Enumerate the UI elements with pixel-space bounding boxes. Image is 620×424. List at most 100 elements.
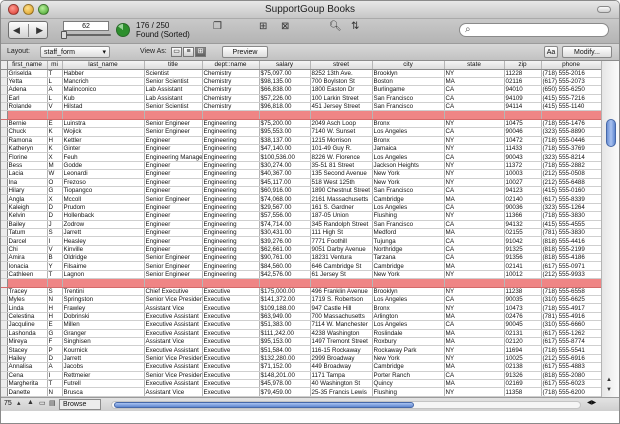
column-header[interactable]: first_name <box>7 61 48 70</box>
table-cell[interactable]: Engineer <box>144 178 203 187</box>
table-cell[interactable]: Engineering <box>202 228 260 238</box>
table-cell[interactable]: New York <box>372 178 445 187</box>
table-cell[interactable]: 161 S. Gardner <box>310 203 373 213</box>
table-cell[interactable]: Los Angeles <box>372 320 445 330</box>
table-cell[interactable]: Singhisen <box>62 337 145 347</box>
table-cell[interactable]: 90045 <box>504 320 542 330</box>
table-cell[interactable]: $39,276.00 <box>259 236 311 246</box>
table-cell[interactable]: MA <box>444 261 505 271</box>
table-cell[interactable]: (415) 555-4555 <box>541 220 601 229</box>
table-cell[interactable]: San Francisco <box>372 102 445 112</box>
table-cell[interactable]: 8252 13th Ave. <box>310 69 373 78</box>
table-cell[interactable]: $30,431.00 <box>259 228 311 238</box>
mode-menu[interactable]: Browse <box>59 399 101 410</box>
table-cell[interactable]: Engineer <box>144 211 203 221</box>
table-cell[interactable]: $75,200.00 <box>259 119 311 129</box>
table-cell[interactable]: Godde <box>62 161 145 171</box>
table-cell[interactable] <box>259 278 311 288</box>
table-cell[interactable]: 7140 W. Sunset <box>310 127 373 137</box>
table-cell[interactable] <box>7 110 48 120</box>
table-cell[interactable]: Executive <box>202 320 260 330</box>
table-cell[interactable]: Brusca <box>62 387 145 397</box>
table-cell[interactable]: $51,584.00 <box>259 345 311 355</box>
table-cell[interactable]: 2161 Massachusetts <box>310 194 373 204</box>
table-cell[interactable]: $71,152.00 <box>259 362 311 372</box>
table-row[interactable]: Ionacia Y Filsaime Senior Engineer Engineeri… <box>1 261 601 271</box>
table-cell[interactable]: $75,097.00 <box>259 69 311 78</box>
vertical-scroll-thumb[interactable] <box>606 119 616 147</box>
table-cell[interactable]: E <box>47 119 63 129</box>
table-cell[interactable]: T <box>47 379 63 389</box>
table-cell[interactable]: Senior Vice President <box>144 371 203 380</box>
table-cell[interactable]: Boston <box>372 77 445 87</box>
table-cell[interactable]: Luinstra <box>62 119 145 129</box>
table-cell[interactable] <box>144 110 203 120</box>
table-cell[interactable]: CA <box>444 102 505 112</box>
table-cell[interactable]: P <box>47 345 63 355</box>
table-cell[interactable]: NY <box>444 211 505 221</box>
table-cell[interactable]: Celestina <box>7 312 48 322</box>
table-cell[interactable]: Executive Assistant <box>144 379 203 389</box>
table-cell[interactable]: Engineering <box>202 220 260 229</box>
table-cell[interactable]: (718) 555-2016 <box>541 69 601 78</box>
table-cell[interactable]: (415) 555-7216 <box>541 94 601 104</box>
table-cell[interactable]: Rettmeier <box>62 371 145 380</box>
table-cell[interactable]: V <box>47 245 63 255</box>
table-cell[interactable]: Hilstad <box>62 102 145 112</box>
table-cell[interactable]: $63,949.00 <box>259 312 311 322</box>
table-cell[interactable]: Executive Assistant <box>144 329 203 339</box>
table-cell[interactable]: MA <box>444 329 505 339</box>
column-header[interactable]: last_name <box>62 61 145 70</box>
table-cell[interactable]: $45,978.00 <box>259 379 311 389</box>
table-cell[interactable]: Lashonda <box>7 329 48 339</box>
table-cell[interactable]: San Francisco <box>372 94 445 104</box>
status-toolbar-icon[interactable]: ▭ <box>39 399 46 407</box>
table-cell[interactable]: 94010 <box>504 85 542 95</box>
table-cell[interactable]: Executive Assistant <box>144 362 203 372</box>
table-cell[interactable]: (718) 555-3830 <box>541 211 601 221</box>
horizontal-scrollbar[interactable] <box>111 401 581 409</box>
table-cell[interactable]: 11238 <box>504 287 542 297</box>
vertical-scrollbar[interactable]: ▲ ▼ <box>601 61 619 397</box>
table-cell[interactable]: Rolande <box>7 102 48 112</box>
table-cell[interactable]: NY <box>444 169 505 179</box>
view-as-list-button[interactable]: ≡ <box>183 47 194 57</box>
table-cell[interactable]: V <box>47 102 63 112</box>
table-cell[interactable]: 02141 <box>504 261 542 271</box>
table-cell[interactable]: $62,661.00 <box>259 245 311 255</box>
table-cell[interactable]: O <box>47 178 63 187</box>
table-cell[interactable]: NY <box>444 270 505 280</box>
table-cell[interactable]: Executive <box>202 387 260 397</box>
current-record-field[interactable]: 62 <box>63 21 109 31</box>
table-row[interactable]: Cena I Rettmeier Senior Vice President Execu… <box>1 371 601 380</box>
table-cell[interactable] <box>444 110 505 120</box>
table-cell[interactable]: L <box>47 77 63 87</box>
table-cell[interactable]: 1800 Easton Dr <box>310 85 373 95</box>
table-cell[interactable]: $79,459.00 <box>259 387 311 397</box>
table-cell[interactable]: NY <box>444 119 505 129</box>
table-cell[interactable]: Amira <box>7 253 48 263</box>
table-cell[interactable]: 7114 W. Manchester <box>310 320 373 330</box>
table-cell[interactable]: CA <box>444 371 505 380</box>
table-cell[interactable]: $60,916.00 <box>259 186 311 196</box>
table-cell[interactable]: CA <box>444 152 505 162</box>
table-cell[interactable]: (617) 555-6023 <box>541 379 601 389</box>
table-cell[interactable]: CA <box>444 236 505 246</box>
table-cell[interactable] <box>310 278 373 288</box>
table-cell[interactable]: Chemistry <box>202 77 260 87</box>
table-cell[interactable] <box>372 278 445 288</box>
table-row[interactable]: Florine X Feuh Engineering Manager Engineeri… <box>1 152 601 162</box>
table-cell[interactable]: Engineering Manager <box>144 152 203 162</box>
view-as-form-button[interactable]: ▭ <box>171 47 182 57</box>
table-cell[interactable]: Malinconico <box>62 85 145 95</box>
table-cell[interactable]: Medford <box>372 228 445 238</box>
zoom-in-icon[interactable]: ▲ <box>27 399 34 406</box>
table-cell[interactable] <box>372 110 445 120</box>
table-row[interactable]: Kelvin D Hollenback Engineer Engineering $57,… <box>1 211 601 221</box>
table-cell[interactable]: Executive <box>202 337 260 347</box>
table-cell[interactable]: 91042 <box>504 236 542 246</box>
table-cell[interactable]: 111 High St <box>310 228 373 238</box>
table-cell[interactable]: Tarzana <box>372 253 445 263</box>
table-cell[interactable]: 10027 <box>504 178 542 187</box>
table-cell[interactable]: Engineering <box>202 161 260 171</box>
